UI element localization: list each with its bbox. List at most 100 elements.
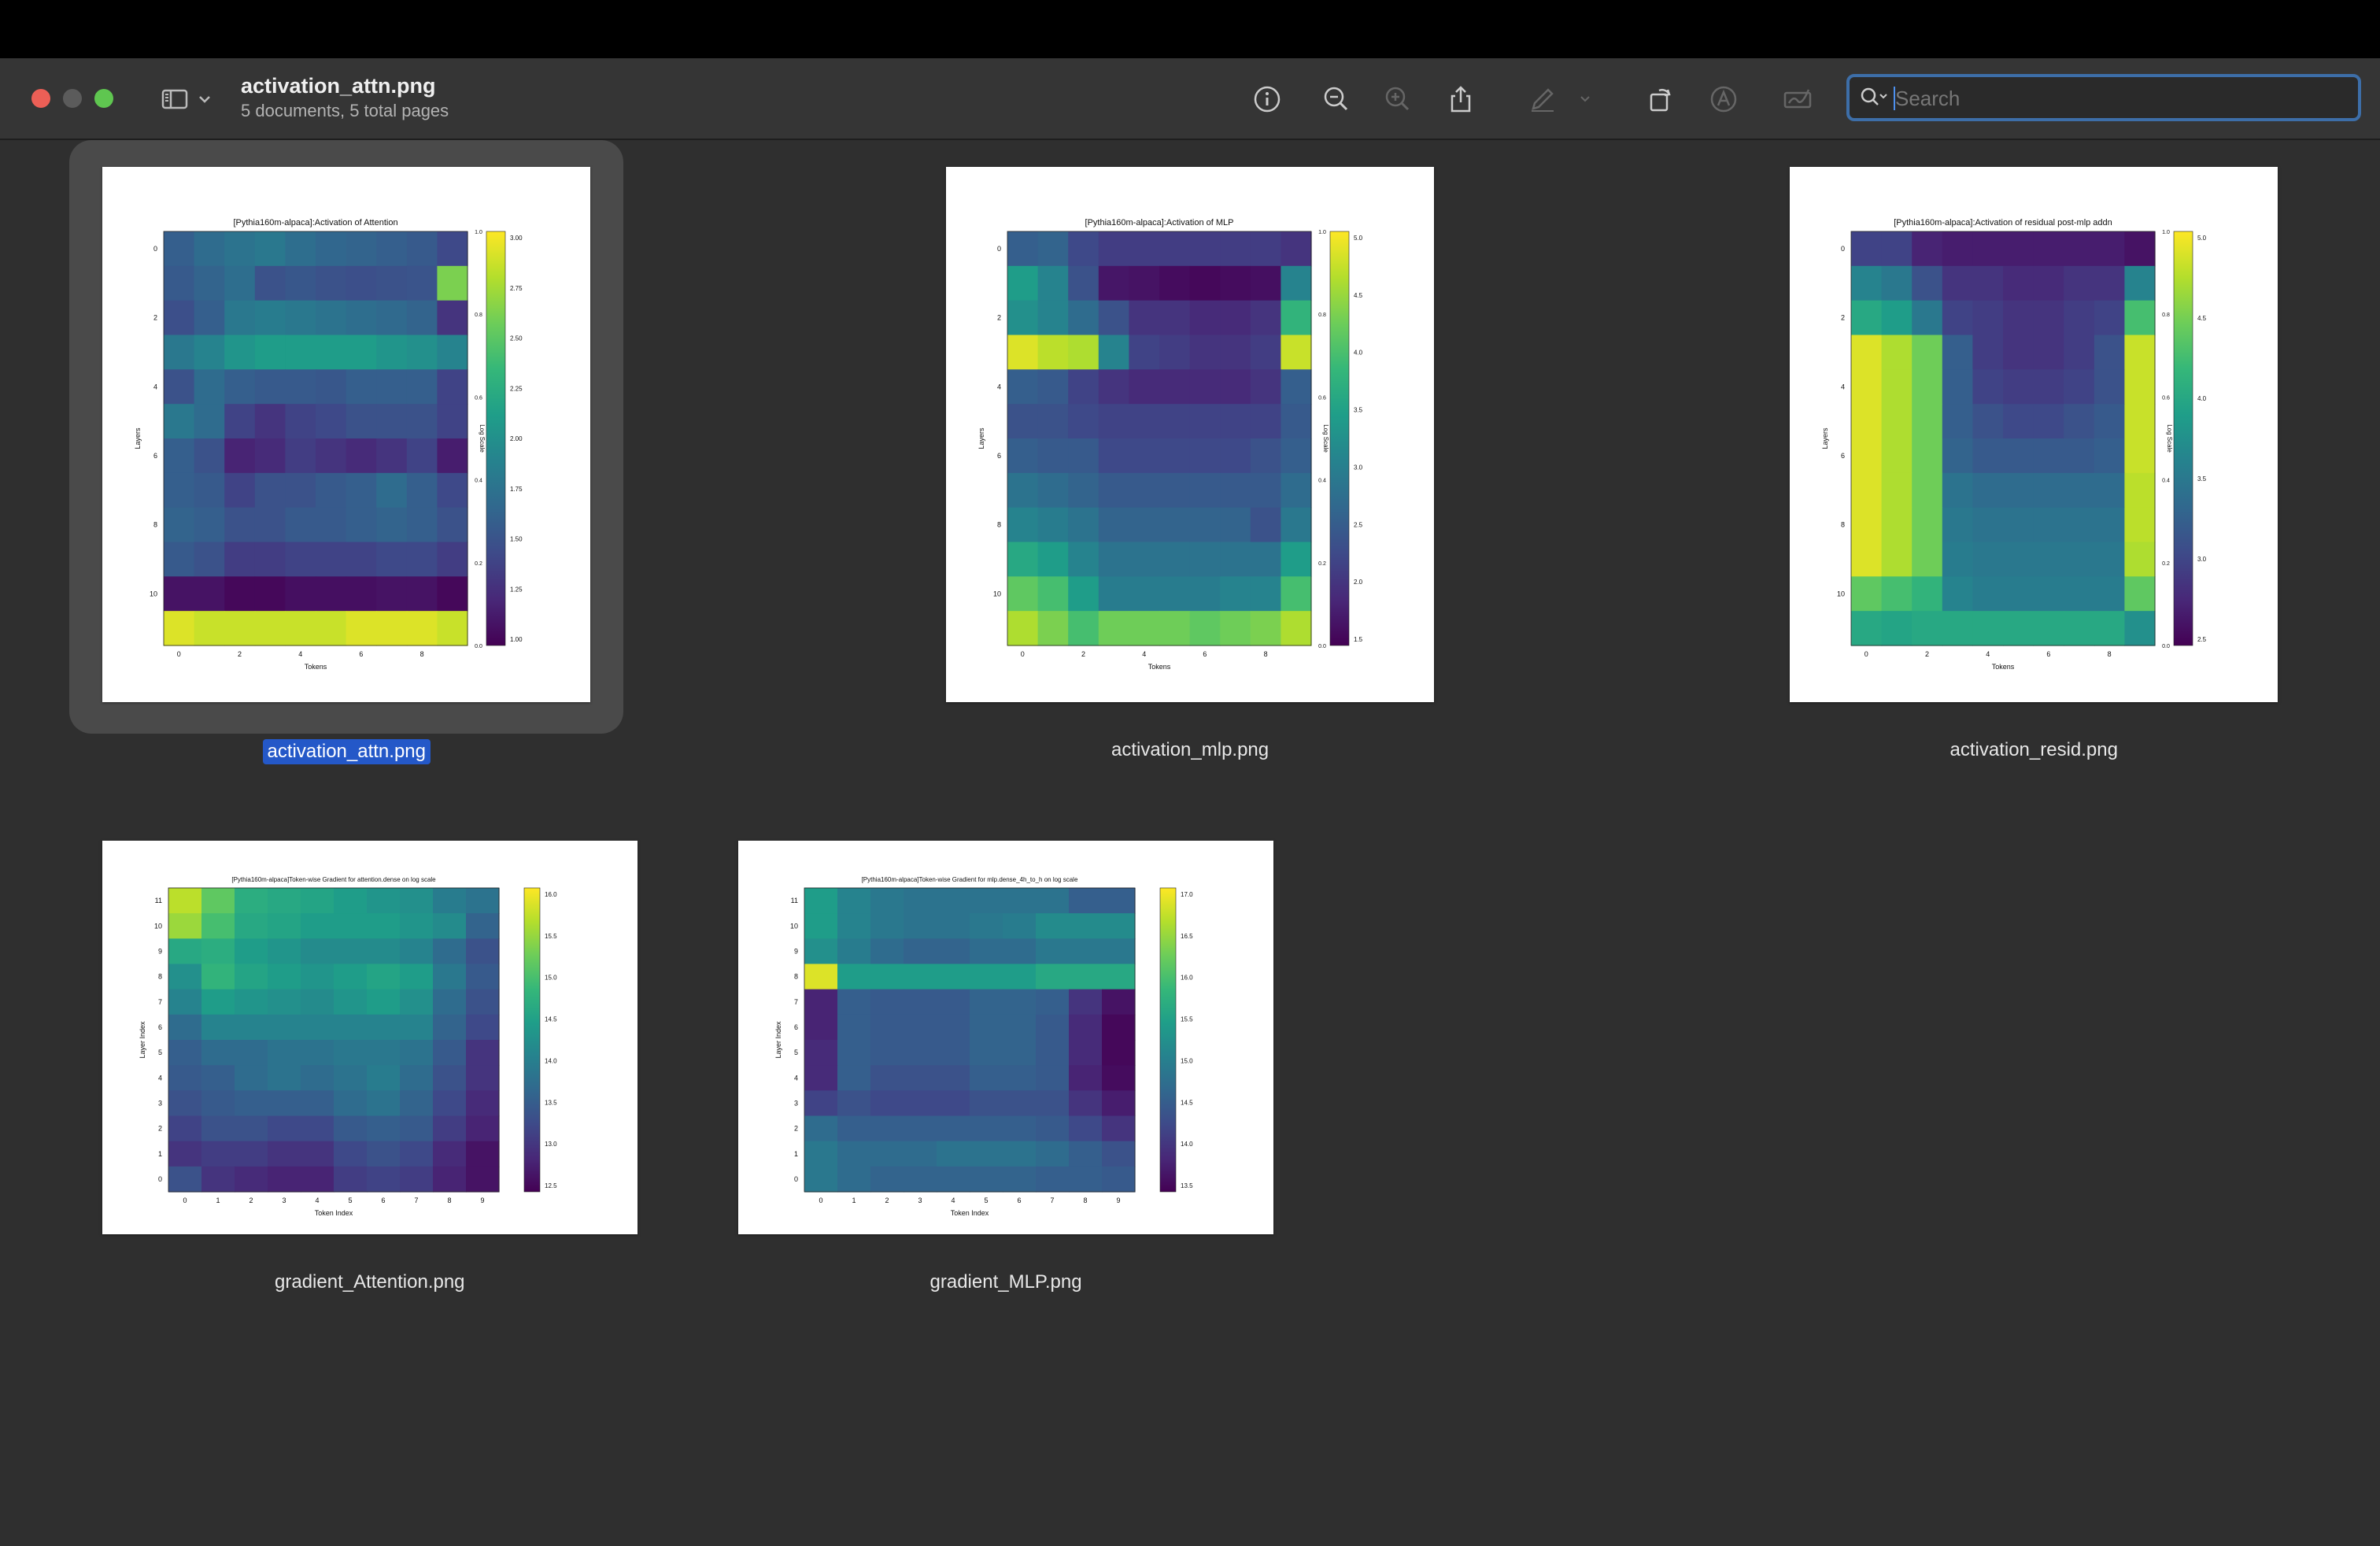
heatmap-cell (1250, 265, 1281, 301)
x-tick: 9 (1116, 1196, 1120, 1204)
heatmap-cell (1972, 576, 2004, 612)
close-window-button[interactable] (31, 89, 50, 108)
heatmap-cell (1250, 472, 1281, 509)
maximize-window-button[interactable] (94, 89, 113, 108)
heatmap-cell (1851, 438, 1883, 474)
heatmap-cell (1068, 507, 1099, 543)
heatmap-cell (1912, 472, 1943, 509)
heatmap-cell (804, 938, 838, 965)
heatmap-cell (1003, 888, 1037, 914)
heatmap-cell (466, 888, 500, 914)
heatmap-cell (194, 300, 225, 336)
heatmap-cell (285, 438, 316, 474)
file-thumbnail[interactable]: [Pythia160m-alpaca]:Activation of MLP 5.0… (946, 167, 1434, 702)
info-icon[interactable] (1247, 79, 1288, 120)
axis-tick: 0.2 (475, 561, 482, 567)
heatmap-cell (1007, 472, 1039, 509)
heatmap-cell (1069, 1115, 1103, 1142)
x-axis-label: Tokens (1992, 663, 2015, 671)
rotate-icon[interactable] (1640, 79, 1681, 120)
colorbar-tick: 1.75 (510, 486, 523, 493)
file-name-label[interactable]: activation_mlp.png (1111, 739, 1269, 761)
share-icon[interactable] (1440, 79, 1481, 120)
heatmap-cell (904, 1141, 937, 1167)
heatmap-cell (2003, 265, 2034, 301)
heatmap-cell (346, 542, 377, 577)
minimize-window-button[interactable] (63, 89, 82, 108)
file-name-label[interactable]: gradient_Attention.png (275, 1271, 465, 1293)
x-tick: 5 (984, 1196, 988, 1204)
heatmap-cell (201, 1166, 235, 1193)
heatmap-cell (1003, 1090, 1037, 1117)
axis-tick: 0.8 (475, 313, 482, 318)
chevron-down-icon[interactable] (1569, 79, 1601, 120)
heatmap-cell (1942, 300, 1973, 336)
heatmap-cell (1942, 265, 1973, 301)
heatmap-cell (870, 913, 904, 939)
axis-tick: 0.4 (475, 479, 482, 484)
x-tick: 1 (216, 1196, 220, 1204)
zoom-out-icon[interactable] (1316, 79, 1357, 120)
heatmap-cell (466, 1040, 500, 1066)
heatmap-cell (224, 472, 256, 509)
heatmap-cell (1068, 404, 1099, 439)
heatmap-cell (1159, 404, 1191, 439)
heatmap-cell (406, 404, 438, 439)
search-input[interactable] (1894, 82, 2353, 115)
heatmap-cell (2033, 265, 2064, 301)
heatmap-cell (2033, 472, 2064, 509)
heatmap-cell (2033, 507, 2064, 543)
heatmap-cell (301, 963, 334, 990)
heatmap-cell (937, 1090, 970, 1117)
file-thumbnail[interactable]: [Pythia160m-alpaca]:Activation of Attent… (102, 167, 590, 702)
file-thumbnail[interactable]: [Pythia160m-alpaca]Token-wise Gradient f… (738, 841, 1273, 1234)
file-name-label[interactable]: activation_resid.png (1950, 739, 2118, 761)
heatmap-cell (406, 507, 438, 543)
axis-tick: 0.4 (2162, 479, 2170, 484)
window-title: activation_attn.png (241, 74, 436, 98)
markup-pen-icon[interactable] (1522, 79, 1563, 120)
heatmap-cell (235, 1040, 268, 1066)
zoom-in-icon[interactable] (1377, 79, 1418, 120)
heatmap-cell (1250, 576, 1281, 612)
chevron-down-icon[interactable] (189, 79, 220, 120)
heatmap-cell (1036, 1014, 1070, 1041)
annotate-icon[interactable] (1703, 79, 1744, 120)
heatmap-cell (2094, 404, 2125, 439)
colorbar-tick: 17.0 (1181, 891, 1193, 898)
heatmap-cell (937, 1040, 970, 1066)
heatmap-cell (285, 231, 316, 267)
colorbar-tick: 15.0 (545, 975, 557, 982)
file-name-label[interactable]: gradient_MLP.png (930, 1271, 1082, 1293)
file-thumbnail[interactable]: [Pythia160m-alpaca]:Activation of residu… (1790, 167, 2278, 702)
heatmap-cell (1912, 542, 1943, 577)
colorbar (2173, 231, 2193, 646)
heatmap-cell (1159, 369, 1191, 405)
heatmap-cell (970, 1141, 1003, 1167)
file-name-label[interactable]: activation_attn.png (262, 739, 431, 764)
search-field[interactable] (1846, 74, 2361, 121)
heatmap-cell (433, 1166, 467, 1193)
heatmap-cell (285, 265, 316, 301)
heatmap-cell (870, 1115, 904, 1142)
heatmap-cell (870, 1065, 904, 1091)
heatmap-cell (1220, 300, 1251, 336)
y-tick: 6 (997, 452, 1001, 460)
heatmap-cell (2064, 300, 2095, 336)
heatmap-cell (301, 1166, 334, 1193)
heatmap-cell (2064, 472, 2095, 509)
colorbar-tick: 3.0 (1354, 464, 1363, 471)
heatmap-cell (285, 335, 316, 370)
x-tick: 0 (183, 1196, 187, 1204)
heatmap-cell (1129, 611, 1160, 646)
signature-icon[interactable] (1777, 79, 1818, 120)
heatmap-cell (1250, 231, 1281, 267)
file-thumbnail[interactable]: [Pythia160m-alpaca]Token-wise Gradient f… (102, 841, 638, 1234)
heatmap-cell (376, 300, 408, 336)
heatmap-cell (235, 938, 268, 965)
heatmap-cell (804, 1090, 838, 1117)
y-tick: 4 (153, 383, 157, 390)
x-tick: 4 (298, 650, 302, 658)
heatmap-cell (904, 1115, 937, 1142)
heatmap-cell (2033, 542, 2064, 577)
